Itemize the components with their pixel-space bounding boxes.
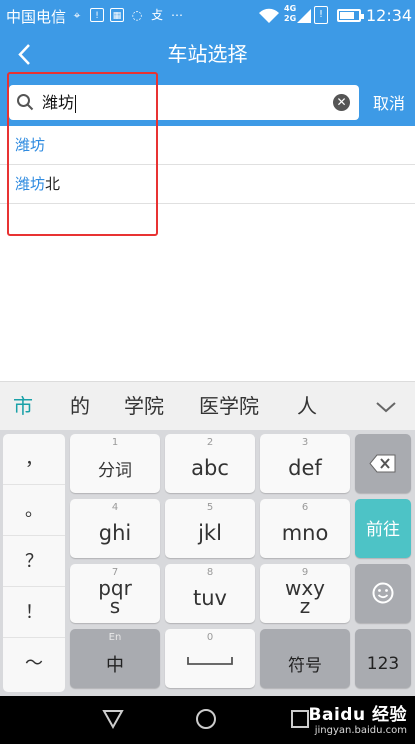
- emoji-button[interactable]: [355, 564, 411, 623]
- candidate-word[interactable]: 市: [13, 382, 33, 431]
- result-match: 潍坊: [15, 175, 46, 193]
- search-row: 潍坊 ✕ 取消: [0, 77, 415, 126]
- search-icon: [17, 94, 34, 111]
- back-triangle-icon[interactable]: [102, 709, 124, 729]
- key-9-wxyz[interactable]: 9 wxy z: [260, 564, 350, 623]
- number-mode-button[interactable]: 123: [355, 629, 411, 688]
- punctuation-key[interactable]: 。: [3, 485, 65, 536]
- search-text: 潍坊: [42, 93, 77, 113]
- result-item[interactable]: 潍坊北: [0, 165, 415, 204]
- result-rest: 北: [45, 175, 61, 193]
- location-icon: ⌖: [73, 8, 81, 22]
- key-6-mno[interactable]: 6 mno: [260, 499, 350, 558]
- candidate-word[interactable]: 的: [70, 382, 90, 431]
- search-input[interactable]: 潍坊 ✕: [9, 85, 359, 120]
- chevron-down-icon[interactable]: [373, 394, 399, 420]
- punctuation-key[interactable]: ？: [3, 536, 65, 587]
- cancel-button[interactable]: 取消: [367, 90, 411, 114]
- baidu-jingyan-watermark: Baidu 经验 jingyan.baidu.com: [308, 705, 407, 736]
- keyboard: ， 。 ？ ！ ～ 1 分词 2 abc 3 def 4 ghi 5 jkl 6…: [0, 430, 415, 696]
- clock: 12:34: [366, 6, 413, 25]
- key-4-ghi[interactable]: 4 ghi: [70, 499, 160, 558]
- battery-icon: [337, 9, 364, 22]
- key-3-def[interactable]: 3 def: [260, 434, 350, 493]
- punctuation-column: ， 。 ？ ！ ～: [3, 434, 65, 692]
- more-icon: ⋯: [171, 8, 183, 22]
- result-match: 潍坊: [15, 136, 46, 154]
- language-switch-button[interactable]: En 中: [70, 629, 160, 688]
- key-5-jkl[interactable]: 5 jkl: [165, 499, 255, 558]
- key-7-pqrs[interactable]: 7 pqr s: [70, 564, 160, 623]
- candidate-word[interactable]: 学院: [124, 382, 164, 431]
- keyboard-icon: ▦: [110, 8, 124, 22]
- punctuation-key[interactable]: ！: [3, 587, 65, 638]
- backspace-icon: [369, 454, 396, 473]
- network-type: 4G 2G: [284, 4, 297, 23]
- carrier-label: 中国电信: [6, 8, 67, 26]
- key-2-abc[interactable]: 2 abc: [165, 434, 255, 493]
- go-button[interactable]: 前往: [355, 499, 411, 558]
- candidate-word[interactable]: 医学院: [199, 382, 259, 431]
- signal-icon: [297, 9, 311, 23]
- punctuation-key[interactable]: ，: [3, 434, 65, 485]
- backspace-button[interactable]: [355, 434, 411, 493]
- space-key[interactable]: 0: [165, 629, 255, 688]
- key-1-fenci[interactable]: 1 分词: [70, 434, 160, 493]
- key-8-tuv[interactable]: 8 tuv: [165, 564, 255, 623]
- sim-icon: !: [90, 8, 104, 22]
- app-icon: 攴: [150, 8, 163, 22]
- emoji-icon: [372, 582, 394, 604]
- title-bar: 车站选择: [0, 32, 415, 77]
- result-item[interactable]: 潍坊: [0, 126, 415, 165]
- punctuation-key[interactable]: ～: [3, 638, 65, 689]
- candidate-word[interactable]: 人: [297, 382, 317, 431]
- wifi-icon: [259, 8, 279, 23]
- candidate-bar: 市 的 学院 医学院 人: [0, 381, 415, 430]
- status-bar: 中国电信 ⌖ ! ▦ ◌ 攴 ⋯ 4G 2G ! 12:34: [0, 0, 415, 32]
- home-circle-icon[interactable]: [195, 708, 217, 730]
- chat-icon: ◌: [131, 8, 143, 22]
- page-title: 车站选择: [167, 42, 248, 66]
- symbol-button[interactable]: 符号: [260, 629, 350, 688]
- sim-card-icon: !: [314, 6, 328, 24]
- space-bar-icon: [187, 657, 233, 665]
- clear-icon[interactable]: ✕: [333, 94, 350, 111]
